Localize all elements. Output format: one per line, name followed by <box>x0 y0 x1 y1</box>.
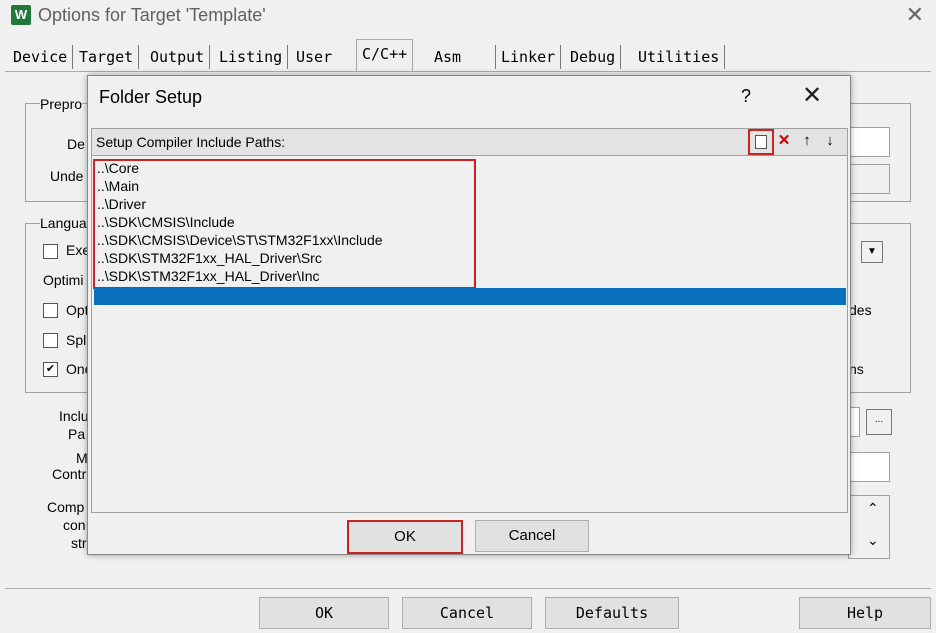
controls-label: Contr <box>52 466 87 482</box>
execute-only-checkbox[interactable] <box>43 244 58 259</box>
ok-button[interactable]: OK <box>259 597 389 629</box>
define-label: De <box>67 136 85 152</box>
list-header-label: Setup Compiler Include Paths: <box>96 134 286 150</box>
move-down-icon[interactable]: ↓ <box>820 131 840 151</box>
tab-listing[interactable]: Listing <box>214 45 289 69</box>
list-header: Setup Compiler Include Paths: ✕ ↑ ↓ <box>92 129 847 156</box>
control-label: con <box>63 517 86 533</box>
includes-suffix-label: des <box>849 302 872 318</box>
undefine-field[interactable] <box>848 164 890 194</box>
list-item[interactable]: ..\Driver <box>97 195 146 213</box>
language-label: Langua <box>40 215 87 231</box>
cancel-button[interactable]: Cancel <box>402 597 532 629</box>
string-label: str <box>71 535 87 551</box>
compiler-control-string: ⌃ ⌄ <box>848 495 890 559</box>
misc-label: M <box>76 450 88 466</box>
help-button[interactable]: Help <box>799 597 931 629</box>
list-item[interactable]: ..\SDK\STM32F1xx_HAL_Driver\Inc <box>97 267 320 285</box>
tab-divider <box>5 71 931 72</box>
new-folder-icon[interactable] <box>748 129 774 155</box>
keil-logo-icon: W <box>11 5 31 25</box>
folder-setup-dialog: Folder Setup ? ✕ Setup Compiler Include … <box>87 75 851 555</box>
window-titlebar: W Options for Target 'Template' ✕ <box>0 0 936 32</box>
defaults-button[interactable]: Defaults <box>545 597 679 629</box>
optimization-label: Optimi <box>43 272 84 288</box>
delete-icon[interactable]: ✕ <box>774 131 794 151</box>
window-title: Options for Target 'Template' <box>38 5 266 25</box>
dialog-ok-button[interactable]: OK <box>347 520 463 554</box>
list-item[interactable]: ..\SDK\STM32F1xx_HAL_Driver\Src <box>97 249 322 267</box>
undefine-label: Unde <box>50 168 84 184</box>
dialog-close-icon[interactable]: ✕ <box>802 82 822 110</box>
tab-user[interactable]: User <box>291 45 337 69</box>
tab-asm[interactable]: Asm <box>429 45 496 69</box>
split-checkbox[interactable] <box>43 333 58 348</box>
tab-linker[interactable]: Linker <box>496 45 562 69</box>
tab-utilities[interactable]: Utilities <box>633 45 726 69</box>
tab-c-cpp[interactable]: C/C++ <box>356 39 414 72</box>
optimization-dropdown-icon[interactable]: ▼ <box>861 241 883 263</box>
move-up-icon[interactable]: ↑ <box>797 131 817 151</box>
tab-device[interactable]: Device <box>8 45 74 69</box>
define-field[interactable] <box>848 127 890 157</box>
list-item[interactable]: ..\Core <box>97 159 139 177</box>
optimize-checkbox[interactable] <box>43 303 58 318</box>
selected-empty-row[interactable] <box>94 288 846 305</box>
dialog-title: Folder Setup <box>99 87 203 107</box>
split-label: Spl <box>66 332 87 348</box>
dialog-cancel-button[interactable]: Cancel <box>475 520 589 552</box>
paths-label: Pa <box>68 426 86 442</box>
include-paths-list: Setup Compiler Include Paths: ✕ ↑ ↓ ..\C… <box>91 128 848 513</box>
list-item[interactable]: ..\SDK\CMSIS\Device\ST\STM32F1xx\Include <box>97 231 383 249</box>
tab-target[interactable]: Target <box>74 45 140 69</box>
list-item[interactable]: ..\SDK\CMSIS\Include <box>97 213 235 231</box>
window-close-icon[interactable]: ✕ <box>906 2 924 28</box>
help-icon[interactable]: ? <box>741 86 751 107</box>
include-label: Inclu <box>59 408 89 424</box>
warnings-suffix-label: ns <box>849 361 864 377</box>
scroll-down-icon[interactable]: ⌄ <box>867 532 879 549</box>
paths-list-area[interactable]: ..\Core ..\Main ..\Driver ..\SDK\CMSIS\I… <box>92 156 847 511</box>
list-item[interactable]: ..\Main <box>97 177 139 195</box>
tab-debug[interactable]: Debug <box>565 45 622 69</box>
optimize-label: Opt <box>66 302 89 318</box>
bottom-divider <box>5 588 931 589</box>
tab-output[interactable]: Output <box>145 45 211 69</box>
misc-controls-field[interactable] <box>848 452 890 482</box>
browse-button[interactable]: ... <box>866 409 892 435</box>
compiler-label: Comp <box>47 499 85 515</box>
scroll-up-icon[interactable]: ⌃ <box>867 500 879 517</box>
preprocessor-label: Prepro <box>40 96 83 112</box>
one-elf-checkbox[interactable]: ✔ <box>43 362 58 377</box>
